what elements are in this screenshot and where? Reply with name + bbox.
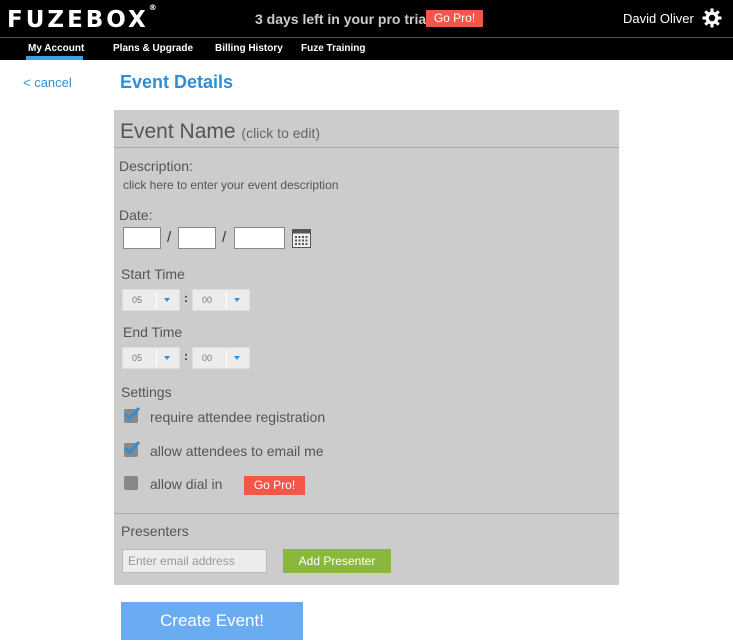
settings-label: Settings [121, 384, 172, 400]
select-divider [226, 292, 227, 309]
nav-active-indicator [26, 56, 83, 60]
start-minute-select[interactable]: 00 [192, 289, 250, 311]
divider [114, 513, 619, 514]
cancel-link[interactable]: < cancel [23, 75, 72, 90]
page-title: Event Details [120, 72, 234, 92]
dial-in-label: allow dial in [150, 476, 223, 492]
trial-notice: 3 days left in your pro trial [255, 11, 431, 27]
start-minute-value: 00 [202, 295, 213, 305]
calendar-icon[interactable] [292, 229, 311, 248]
date-year-input[interactable] [234, 227, 285, 249]
user-name[interactable]: David Oliver [623, 11, 694, 26]
registration-checkbox[interactable] [123, 406, 141, 423]
start-hour-select[interactable]: 05 [122, 289, 180, 311]
date-separator: / [167, 229, 172, 246]
nav-fuze-training[interactable]: Fuze Training [301, 43, 365, 54]
go-pro-button[interactable]: Go Pro! [426, 10, 483, 27]
event-name-hint: (click to edit) [241, 125, 320, 141]
presenters-label: Presenters [121, 523, 189, 539]
end-hour-select[interactable]: 05 [122, 347, 180, 369]
registration-label: require attendee registration [150, 409, 326, 425]
date-separator: / [222, 229, 227, 246]
event-name-text: Event Name [120, 120, 236, 143]
end-time-label: End Time [123, 324, 183, 340]
date-day-input[interactable] [178, 227, 216, 249]
event-name-field[interactable]: Event Name (click to edit) [120, 120, 320, 144]
presenter-email-input[interactable]: Enter email address [122, 549, 267, 573]
fuzebox-logo[interactable]: FUZEBOX® [7, 3, 157, 33]
nav-divider [0, 37, 733, 38]
chevron-down-icon [164, 298, 170, 302]
top-bar: FUZEBOX® 3 days left in your pro trial G… [0, 0, 733, 60]
end-minute-select[interactable]: 00 [192, 347, 250, 369]
time-separator: : [184, 349, 188, 363]
date-label: Date: [119, 207, 153, 223]
chevron-down-icon [164, 356, 170, 360]
nav-my-account[interactable]: My Account [28, 43, 84, 54]
add-presenter-button[interactable]: Add Presenter [283, 549, 391, 573]
date-month-input[interactable] [123, 227, 161, 249]
description-field[interactable]: click here to enter your event descripti… [123, 178, 338, 192]
nav-plans-upgrade[interactable]: Plans & Upgrade [113, 43, 193, 54]
chevron-down-icon [234, 298, 240, 302]
nav-billing-history[interactable]: Billing History [215, 43, 283, 54]
divider [114, 147, 619, 148]
start-hour-value: 05 [132, 295, 143, 305]
chevron-down-icon [234, 356, 240, 360]
event-form-panel: Event Name (click to edit) Description: … [114, 110, 619, 585]
create-event-button[interactable]: Create Event! [121, 602, 303, 640]
select-divider [156, 350, 157, 367]
description-label: Description: [119, 158, 193, 174]
email-me-label: allow attendees to email me [150, 443, 324, 459]
select-divider [226, 350, 227, 367]
gear-icon[interactable] [702, 8, 722, 28]
select-divider [156, 292, 157, 309]
time-separator: : [184, 291, 188, 305]
end-hour-value: 05 [132, 353, 143, 363]
email-me-checkbox[interactable] [123, 440, 141, 457]
end-minute-value: 00 [202, 353, 213, 363]
check-icon [123, 406, 141, 421]
dial-in-checkbox[interactable] [124, 476, 138, 490]
check-icon [123, 440, 141, 455]
dial-in-go-pro-button[interactable]: Go Pro! [244, 476, 305, 495]
start-time-label: Start Time [121, 266, 185, 282]
